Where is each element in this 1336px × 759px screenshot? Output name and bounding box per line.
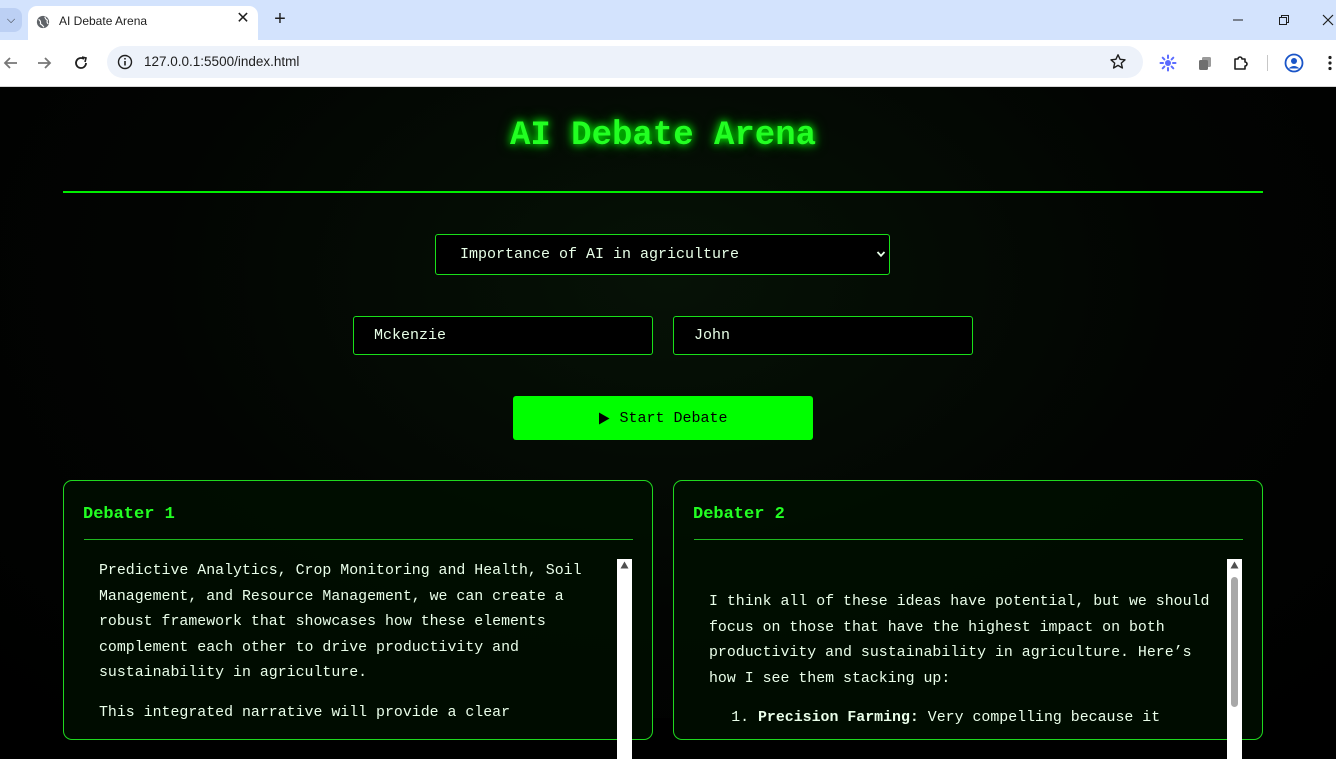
avatar-icon: [1284, 53, 1304, 73]
debater2-title: Debater 2: [693, 505, 785, 524]
minimize-button[interactable]: [1226, 8, 1250, 32]
browser-toolbar: 127.0.0.1:5500/index.html: [0, 40, 1336, 87]
tab-search-button[interactable]: ⌵: [0, 8, 22, 32]
restore-button[interactable]: [1272, 8, 1296, 32]
debater2-scrollbar[interactable]: [1227, 559, 1242, 759]
toolbar-divider: [1267, 55, 1268, 71]
browser-menu-button[interactable]: [1320, 53, 1336, 73]
list-item-text: Very compelling because it: [918, 710, 1161, 727]
start-debate-button[interactable]: Start Debate: [513, 396, 813, 440]
debater2-name-value: John: [694, 327, 731, 344]
debate-app: AI Debate Arena Importance of AI in agri…: [0, 87, 1336, 759]
debater1-transcript[interactable]: Predictive Analytics, Crop Monitoring an…: [84, 559, 614, 759]
globe-icon: [36, 15, 50, 29]
arrow-right-icon: [38, 57, 52, 69]
topic-select[interactable]: Importance of AI in agriculture: [435, 234, 890, 275]
copy-extension-icon[interactable]: [1195, 53, 1215, 73]
site-info-icon[interactable]: [117, 54, 133, 70]
debater2-name-input[interactable]: John: [673, 316, 973, 355]
restore-icon: [1279, 15, 1289, 25]
chevron-down-icon: ⌵: [6, 13, 16, 26]
list-item-heading: Precision Farming:: [758, 710, 919, 727]
debater2-panel: Debater 2 I think all of these ideas hav…: [673, 480, 1263, 759]
arrow-left-icon: [3, 57, 17, 69]
chevron-down-icon: [876, 251, 886, 258]
copy-icon: [1199, 57, 1211, 70]
scroll-up-arrow-icon[interactable]: [1230, 561, 1239, 569]
debater1-name-input[interactable]: Mckenzie: [353, 316, 653, 355]
debater1-title: Debater 1: [83, 505, 175, 524]
title-divider: [63, 191, 1263, 193]
scroll-thumb[interactable]: [1231, 577, 1238, 707]
forward-button[interactable]: [33, 52, 55, 74]
ai-extension-icon[interactable]: [1158, 53, 1178, 73]
reload-icon: [75, 56, 87, 69]
transcript-list: Precision Farming: Very compelling becau…: [694, 706, 1208, 732]
close-icon: [1322, 14, 1334, 26]
new-tab-button[interactable]: +: [270, 9, 290, 29]
back-button[interactable]: [0, 52, 22, 74]
scroll-up-arrow-icon[interactable]: [620, 561, 629, 569]
tab-title: AI Debate Arena: [59, 14, 148, 28]
page-title: AI Debate Arena: [509, 117, 817, 155]
debater1-scrollbar[interactable]: [617, 559, 632, 759]
browser-tab[interactable]: AI Debate Arena ✕: [28, 6, 258, 40]
minimize-icon: [1233, 19, 1243, 21]
list-item: Precision Farming: Very compelling becau…: [758, 706, 1208, 732]
close-tab-icon[interactable]: ✕: [234, 10, 252, 28]
puzzle-icon: [1234, 56, 1248, 70]
start-debate-label: Start Debate: [619, 409, 728, 427]
extensions-button[interactable]: [1231, 53, 1251, 73]
play-icon: [599, 412, 610, 424]
panel-divider: [694, 539, 1243, 540]
topic-select-value: Importance of AI in agriculture: [460, 246, 740, 263]
sparkle-icon: [1159, 54, 1177, 72]
debater1-name-value: Mckenzie: [374, 327, 447, 344]
transcript-paragraph: This integrated narrative will provide a…: [99, 704, 511, 721]
debater1-panel: Debater 1 Predictive Analytics, Crop Mon…: [63, 480, 653, 759]
url-text[interactable]: 127.0.0.1:5500/index.html: [144, 54, 299, 69]
more-vert-icon: [1328, 55, 1332, 71]
profile-button[interactable]: [1284, 53, 1304, 73]
address-bar[interactable]: 127.0.0.1:5500/index.html: [107, 46, 1143, 78]
transcript-paragraph: Predictive Analytics, Crop Monitoring an…: [99, 563, 582, 682]
bookmark-star-icon[interactable]: [1109, 53, 1127, 71]
panel-divider: [84, 539, 633, 540]
close-window-button[interactable]: [1316, 8, 1336, 32]
browser-tab-strip: ⌵ AI Debate Arena ✕ +: [0, 0, 1336, 40]
transcript-paragraph: I think all of these ideas have potentia…: [709, 594, 1210, 687]
reload-button[interactable]: [70, 52, 92, 74]
